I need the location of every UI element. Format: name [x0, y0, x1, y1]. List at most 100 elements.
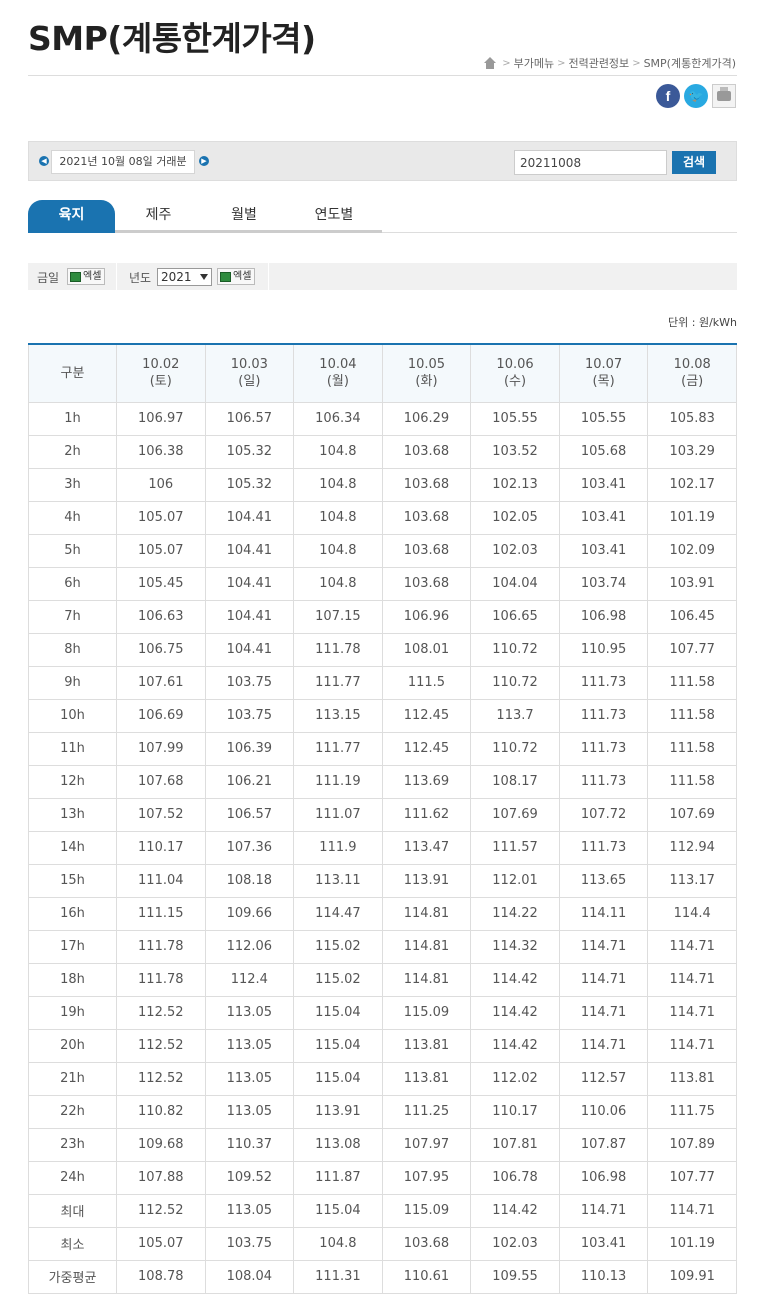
column-date: 10.03 [230, 357, 268, 373]
table-cell: 107.88 [116, 1160, 206, 1195]
table-cell: 104.41 [204, 500, 295, 535]
table-cell: 104.8 [293, 500, 383, 535]
table-cell: 102.17 [647, 467, 737, 502]
table-cell: 105.07 [116, 533, 206, 568]
breadcrumb-item[interactable]: 부가메뉴 [514, 55, 554, 71]
table-row: 19h 112.52 113.05 115.04 115.09 114.42 114.71 1… [28, 995, 737, 1030]
prev-date-icon[interactable]: ◀ [39, 156, 49, 166]
table-cell: 106.39 [204, 731, 295, 766]
table-cell: 114.47 [293, 896, 383, 931]
table-cell: 110.37 [204, 1127, 295, 1162]
twitter-icon[interactable]: 🐦 [684, 84, 708, 108]
table-cell: 112.94 [647, 830, 737, 865]
table-cell: 113.91 [293, 1094, 383, 1129]
table-cell: 109.66 [204, 896, 295, 931]
year-label: 년도 [129, 271, 152, 285]
row-label: 가중평균 [28, 1259, 117, 1294]
table-cell: 104.8 [293, 434, 383, 469]
table-cell: 112.52 [116, 1028, 206, 1063]
table-cell: 115.04 [293, 995, 383, 1030]
table-cell: 111.57 [470, 830, 560, 865]
year-select[interactable]: 2021 [157, 268, 212, 286]
smp-table: 구분 10.02 (토) 10.03 (일) 10.04 (월) 10.05 (화) 10.06… [28, 343, 737, 1294]
row-label: 1h [28, 401, 117, 436]
table-cell: 111.58 [647, 698, 737, 733]
print-icon[interactable] [712, 84, 736, 108]
page-title: SMP(계통한계가격) [28, 19, 316, 58]
date-input[interactable] [514, 150, 667, 175]
table-cell: 114.71 [558, 929, 649, 964]
table-cell: 107.52 [116, 797, 206, 832]
table-cell: 112.4 [204, 962, 295, 997]
tab-yearly[interactable]: 연도별 [286, 200, 382, 233]
table-cell: 115.02 [293, 962, 383, 997]
table-row: 15h 111.04 108.18 113.11 113.91 112.01 113.65 1… [28, 863, 737, 898]
table-cell: 102.03 [470, 1226, 560, 1261]
table-cell: 101.19 [647, 500, 737, 535]
table-cell: 103.68 [381, 533, 472, 568]
table-cell: 114.32 [470, 929, 560, 964]
home-icon[interactable] [483, 57, 497, 69]
column-header-date: 10.05 (화) [381, 343, 472, 403]
tab-monthly[interactable]: 월별 [202, 200, 286, 233]
row-label: 11h [28, 731, 117, 766]
table-cell: 104.04 [470, 566, 560, 601]
column-date: 10.07 [584, 357, 623, 373]
table-cell: 114.81 [381, 962, 472, 997]
row-label: 10h [28, 698, 117, 733]
table-cell: 111.73 [558, 830, 649, 865]
row-label: 2h [28, 434, 117, 469]
search-button[interactable]: 검색 [672, 151, 716, 174]
table-cell: 104.41 [204, 599, 295, 634]
row-label: 17h [28, 929, 117, 964]
excel-download-today-button[interactable]: 엑셀 [67, 268, 106, 285]
column-weekday: (일) [238, 374, 261, 390]
table-cell: 101.19 [647, 1226, 737, 1261]
table-cell: 114.71 [558, 962, 649, 997]
table-cell: 111.07 [293, 797, 383, 832]
table-cell: 106.57 [204, 401, 295, 436]
table-cell: 104.8 [293, 566, 383, 601]
next-date-icon[interactable]: ▶ [199, 156, 209, 166]
table-row: 2h 106.38 105.32 104.8 103.68 103.52 105.68 103… [28, 434, 737, 469]
table-cell: 114.42 [470, 1028, 560, 1063]
table-cell: 106.45 [647, 599, 737, 634]
table-cell: 110.17 [470, 1094, 560, 1129]
table-cell: 103.41 [558, 500, 649, 535]
table-cell: 114.71 [647, 962, 737, 997]
table-cell: 111.5 [381, 665, 472, 700]
breadcrumb-item[interactable]: 전력관련정보 [568, 55, 629, 71]
table-row: 14h 110.17 107.36 111.9 113.47 111.57 111.73 11… [28, 830, 737, 865]
row-label: 22h [28, 1094, 117, 1129]
table-row: 24h 107.88 109.52 111.87 107.95 106.78 106.98 1… [28, 1160, 737, 1195]
table-cell: 106.65 [470, 599, 560, 634]
table-cell: 113.11 [293, 863, 383, 898]
table-cell: 110.95 [558, 632, 649, 667]
column-header-date: 10.06 (수) [470, 343, 560, 403]
row-label: 9h [28, 665, 117, 700]
options-bar: 금일 엑셀 년도 2021 엑셀 [28, 263, 737, 290]
table-cell: 107.61 [116, 665, 206, 700]
table-cell: 107.69 [470, 797, 560, 832]
table-cell: 103.68 [381, 500, 472, 535]
tab-mainland[interactable]: 육지 [28, 200, 115, 233]
row-label: 5h [28, 533, 117, 568]
table-cell: 114.42 [470, 995, 560, 1030]
column-weekday: (수) [503, 374, 527, 390]
tab-jeju[interactable]: 제주 [115, 200, 202, 233]
table-cell: 104.8 [293, 1226, 383, 1261]
table-cell: 110.72 [470, 731, 560, 766]
facebook-icon[interactable]: f [656, 84, 680, 108]
table-cell: 109.68 [116, 1127, 206, 1162]
excel-download-year-button[interactable]: 엑셀 [217, 268, 256, 285]
table-cell: 105.32 [204, 434, 295, 469]
column-date: 10.02 [142, 357, 180, 373]
table-row: 9h 107.61 103.75 111.77 111.5 110.72 111.73 111… [28, 665, 737, 700]
table-cell: 108.78 [116, 1259, 206, 1294]
table-cell: 106.69 [116, 698, 206, 733]
table-cell: 111.73 [558, 665, 649, 700]
table-cell: 111.58 [647, 665, 737, 700]
table-cell: 107.36 [204, 830, 295, 865]
table-cell: 104.8 [293, 533, 383, 568]
table-cell: 103.68 [381, 1226, 472, 1261]
